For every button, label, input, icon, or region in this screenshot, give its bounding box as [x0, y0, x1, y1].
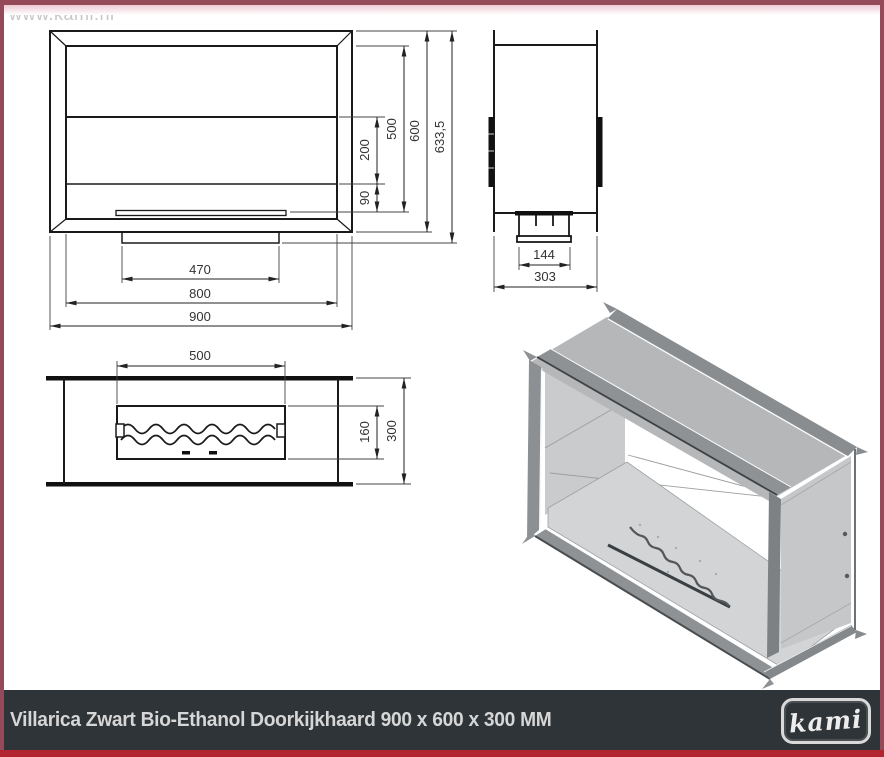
dim-label-total-height: 633,5: [432, 121, 447, 154]
side-burner-top: [515, 211, 573, 216]
dim-label-h-mid: 200: [357, 139, 372, 161]
kami-logo-text: kami: [788, 706, 863, 736]
side-burner-base: [517, 236, 571, 242]
footer-bar: Villarica Zwart Bio-Ethanol Doorkijkhaar…: [0, 690, 884, 750]
iso-front-right-stile: [767, 492, 781, 658]
dim-label-burner-depth: 144: [533, 247, 555, 262]
fireplace-technical-drawing: 470 800 900 90 200 500 600 633,5: [0, 0, 884, 690]
border-left: [0, 0, 4, 757]
top-back-flange-bar: [46, 482, 353, 487]
dim-label-inner-width: 800: [189, 286, 211, 301]
top-baffle-clip-left: [116, 424, 124, 437]
iso-view: [522, 302, 868, 689]
front-extension-lines: [50, 31, 457, 330]
side-burner-prongs: [536, 215, 553, 226]
front-inner-frame: [66, 46, 337, 219]
iso-front-left-stile: [527, 360, 541, 540]
side-view: 144 303: [489, 30, 603, 292]
border-top: [0, 0, 884, 5]
dim-label-h-bottom: 90: [357, 191, 372, 205]
front-outer-frame: [50, 31, 352, 232]
top-burner-slots: [182, 451, 217, 455]
border-right: [880, 0, 884, 757]
dim-label-burner-width: 470: [189, 262, 211, 277]
top-flame-baffle-waves: [121, 425, 275, 445]
side-mount-bars: [489, 117, 603, 187]
front-burner-tray: [116, 211, 286, 216]
dim-label-h-opening: 500: [384, 118, 399, 140]
top-view: 500 160 300: [46, 348, 411, 487]
front-view: 470 800 900 90 200 500 600 633,5: [50, 31, 457, 330]
dim-label-height: 600: [407, 120, 422, 142]
dim-label-total-depth: 303: [534, 269, 556, 284]
front-dimension-lines: [50, 31, 452, 326]
top-front-flange-bar: [46, 376, 353, 381]
technical-drawing-page: www.kami.nl: [0, 0, 884, 757]
dim-label-burner-length: 500: [189, 348, 211, 363]
front-mitre-lines: [50, 31, 352, 232]
top-baffle-clip-right: [277, 424, 285, 437]
border-bottom-red: [0, 750, 884, 757]
dim-label-top-total-depth: 300: [384, 420, 399, 442]
front-burner-box: [122, 232, 279, 243]
border-top-fade: [0, 5, 884, 15]
dim-label-top-burner-depth: 160: [357, 421, 372, 443]
dim-label-total-width: 900: [189, 309, 211, 324]
product-title: Villarica Zwart Bio-Ethanol Doorkijkhaar…: [10, 709, 552, 732]
kami-logo: kami: [781, 698, 871, 744]
